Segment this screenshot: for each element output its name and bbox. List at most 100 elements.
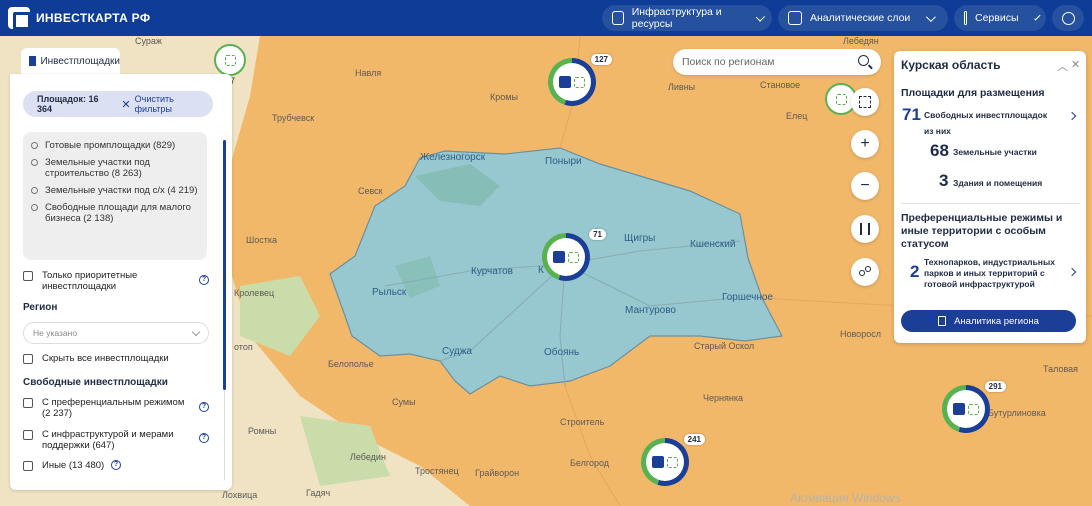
infrastructure-menu-button[interactable]: Инфраструктура и ресурсы [602, 5, 772, 31]
infrastructure-label: Инфраструктура и ресурсы [631, 6, 722, 30]
city-label: Становое [760, 80, 801, 90]
top-bar: ИНВЕСТКАРТА РФ Инфраструктура и ресурсы … [0, 0, 1092, 36]
free-sites-label[interactable]: Свободных инвестплощадок [924, 110, 1047, 121]
os-watermark: Активация Windows [790, 491, 901, 505]
other-checkbox[interactable]: Иные (13 480) [23, 460, 104, 471]
building-icon [559, 76, 571, 88]
cluster-marker[interactable]: 127 [548, 54, 612, 106]
region-select[interactable]: Не указано [23, 322, 209, 344]
site-type-option[interactable]: Готовые промплощадки (829) [31, 140, 199, 151]
preferential-regime-checkbox[interactable]: С преференциальным режимом (2 237) [23, 397, 193, 419]
tab-investment-sites[interactable]: Инвестплощадки [21, 48, 120, 74]
region-analytics-button[interactable]: Аналитика региона [901, 310, 1076, 332]
city-label: Таловая [1043, 364, 1079, 374]
city-label: Чернянка [703, 393, 743, 403]
city-label: Лебедин [350, 452, 386, 462]
chevron-down-icon [191, 327, 201, 337]
zoom-in-button[interactable]: + [851, 130, 879, 158]
cluster-marker[interactable]: 71 [542, 229, 606, 281]
help-icon[interactable]: ? [199, 275, 209, 285]
building-icon [953, 403, 965, 415]
chevron-down-icon [1033, 13, 1040, 20]
city-label: Кролевец [234, 288, 275, 298]
layers-label: Аналитические слои [810, 12, 911, 24]
city-label: Елец [786, 111, 808, 121]
infrastructure-support-checkbox[interactable]: С инфраструктурой и мерами поддержки (64… [23, 429, 183, 451]
radio[interactable] [31, 187, 38, 194]
city-label: Ромны [248, 426, 277, 436]
checkbox-label: Только приоритетные инвестплощадки [42, 270, 138, 292]
site-type-group: Готовые промплощадки (829) Земельные уча… [23, 132, 207, 260]
city-label: Строитель [560, 417, 605, 427]
radio[interactable] [31, 159, 38, 166]
priority-only-checkbox[interactable]: Только приоритетные инвестплощадки [23, 270, 173, 292]
ruler-button[interactable] [851, 215, 879, 243]
land-plots-number: 68 [930, 141, 949, 160]
radio[interactable] [31, 142, 38, 149]
clear-filters-link[interactable]: Очистить фильтры [135, 94, 213, 114]
land-plot-icon [568, 251, 579, 263]
technoparks-number: 2 [910, 262, 920, 281]
placement-sites-title: Площадки для размещения [901, 87, 1045, 99]
buildings-label: Здания и помещения [953, 178, 1043, 188]
checkbox[interactable] [23, 354, 33, 364]
cluster-count: 291 [984, 381, 1006, 392]
analytics-layers-button[interactable]: Аналитические слои [778, 5, 948, 31]
cluster-marker[interactable]: 291 [942, 381, 1006, 433]
region-city-label: Горшечное [722, 292, 773, 303]
zoom-out-button[interactable]: − [851, 172, 879, 200]
checkbox[interactable] [23, 398, 33, 408]
sites-count: Площадок: 16 364 [37, 94, 99, 114]
cluster-count: 127 [590, 54, 612, 65]
help-icon[interactable]: ? [199, 433, 209, 443]
hide-all-checkbox[interactable]: Скрыть все инвестплощадки [23, 353, 169, 364]
checkbox[interactable] [23, 271, 33, 281]
briefcase-icon [612, 11, 624, 25]
checkbox[interactable] [23, 461, 33, 471]
site-type-option[interactable]: Свободные площади для малого бизнеса (2 … [31, 202, 199, 224]
close-icon[interactable]: ✕ [1071, 58, 1080, 71]
region-city-label: Щигры [624, 233, 656, 244]
radio[interactable] [31, 204, 38, 211]
help-icon[interactable]: ? [111, 460, 121, 470]
chevron-right-icon[interactable] [1067, 267, 1077, 277]
scrollbar-thumb[interactable] [223, 140, 226, 390]
services-menu-button[interactable]: Сервисы [954, 5, 1046, 31]
document-icon [938, 316, 947, 326]
fullscreen-button[interactable] [851, 88, 879, 116]
city-label: Севск [358, 186, 383, 196]
search-icon[interactable] [858, 55, 869, 66]
free-sites-title: Свободные инвестплощадки [23, 377, 168, 388]
share-icon [859, 266, 871, 278]
user-icon [1061, 11, 1075, 25]
grid-icon [964, 11, 967, 25]
cluster-count: 71 [589, 229, 606, 240]
user-button[interactable] [1052, 5, 1084, 31]
of-them-label: из них [924, 126, 951, 136]
city-label: Белгород [570, 458, 610, 468]
chevron-right-icon[interactable] [1067, 111, 1077, 121]
city-label: Навля [355, 68, 382, 78]
filter-panel: Площадок: 16 364 ✕ Очистить фильтры Гото… [10, 74, 232, 490]
tab-label: Инвестплощадки [40, 55, 120, 67]
region-info-panel: Курская область ︿ ✕ Площадки для размеще… [894, 51, 1086, 343]
city-label: Сураж [135, 36, 162, 46]
technoparks-label[interactable]: Технопарков, индустриальных парков и ины… [924, 257, 1064, 290]
land-plot-icon [667, 456, 678, 468]
checkbox[interactable] [23, 430, 33, 440]
help-icon[interactable]: ? [199, 402, 209, 412]
site-type-option[interactable]: Земельные участки под строительство (8 2… [31, 157, 199, 179]
building-icon [652, 456, 664, 468]
share-button[interactable] [851, 258, 879, 286]
region-title: Курская область [901, 58, 1001, 72]
city-label: Грайворон [475, 468, 520, 478]
close-icon[interactable]: ✕ [121, 98, 130, 111]
logo[interactable]: ИНВЕСТКАРТА РФ [8, 7, 150, 30]
cluster-marker[interactable]: 241 [641, 434, 705, 486]
site-type-option[interactable]: Земельные участки под с/х (4 219) [31, 185, 199, 196]
city-label: Трубчевск [272, 113, 315, 123]
region-search-input[interactable] [673, 49, 881, 75]
collapse-icon[interactable]: ︿ [1057, 58, 1068, 74]
building-icon [553, 251, 565, 263]
land-marker[interactable]: 97 [214, 44, 246, 86]
